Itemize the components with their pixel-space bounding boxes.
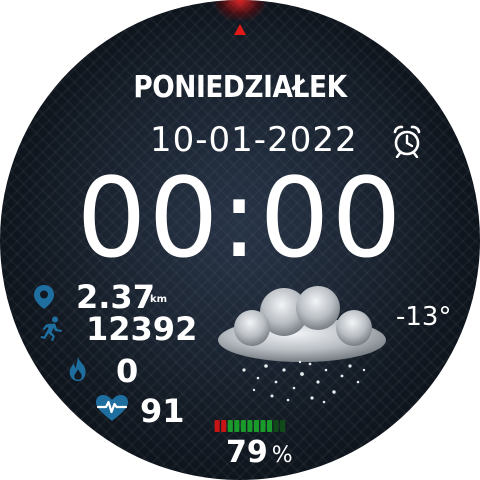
time[interactable]: 00:00 (0, 158, 480, 278)
battery-segment (221, 420, 227, 432)
distance-unit: km (150, 294, 168, 305)
battery-level-bar (214, 420, 286, 432)
heart-rate-value: 91 (140, 392, 185, 430)
day-of-week: PONIEDZIAŁEK (133, 70, 347, 105)
battery-segment (253, 420, 260, 432)
calories-value: 0 (116, 352, 139, 390)
battery-percent: 79 (226, 435, 268, 470)
steps-value: 12392 (86, 310, 198, 348)
location-pin-icon (34, 285, 54, 309)
battery-segment (214, 420, 220, 432)
battery-segment (234, 420, 240, 432)
temperature-value: -13° (396, 302, 452, 332)
battery-segment (247, 420, 253, 432)
snow-cloud-icon[interactable] (214, 278, 390, 408)
top-marker-triangle (234, 24, 246, 35)
top-glow (215, 0, 265, 20)
battery-segment (280, 420, 286, 432)
watch-face: PONIEDZIAŁEK 10-01-2022 00:00 2.37 km 12… (0, 0, 480, 480)
battery-segment (260, 420, 266, 432)
battery-percent-sign: % (271, 443, 293, 468)
alarm-clock-icon[interactable] (392, 124, 422, 158)
battery-segment (273, 420, 279, 432)
heart-pulse-icon (96, 395, 128, 421)
battery-segment (240, 420, 246, 432)
battery-segment (227, 420, 233, 432)
battery-readout: 79% (226, 436, 293, 473)
runner-icon (40, 316, 62, 341)
flame-icon (69, 356, 86, 382)
battery-segment (266, 420, 273, 432)
